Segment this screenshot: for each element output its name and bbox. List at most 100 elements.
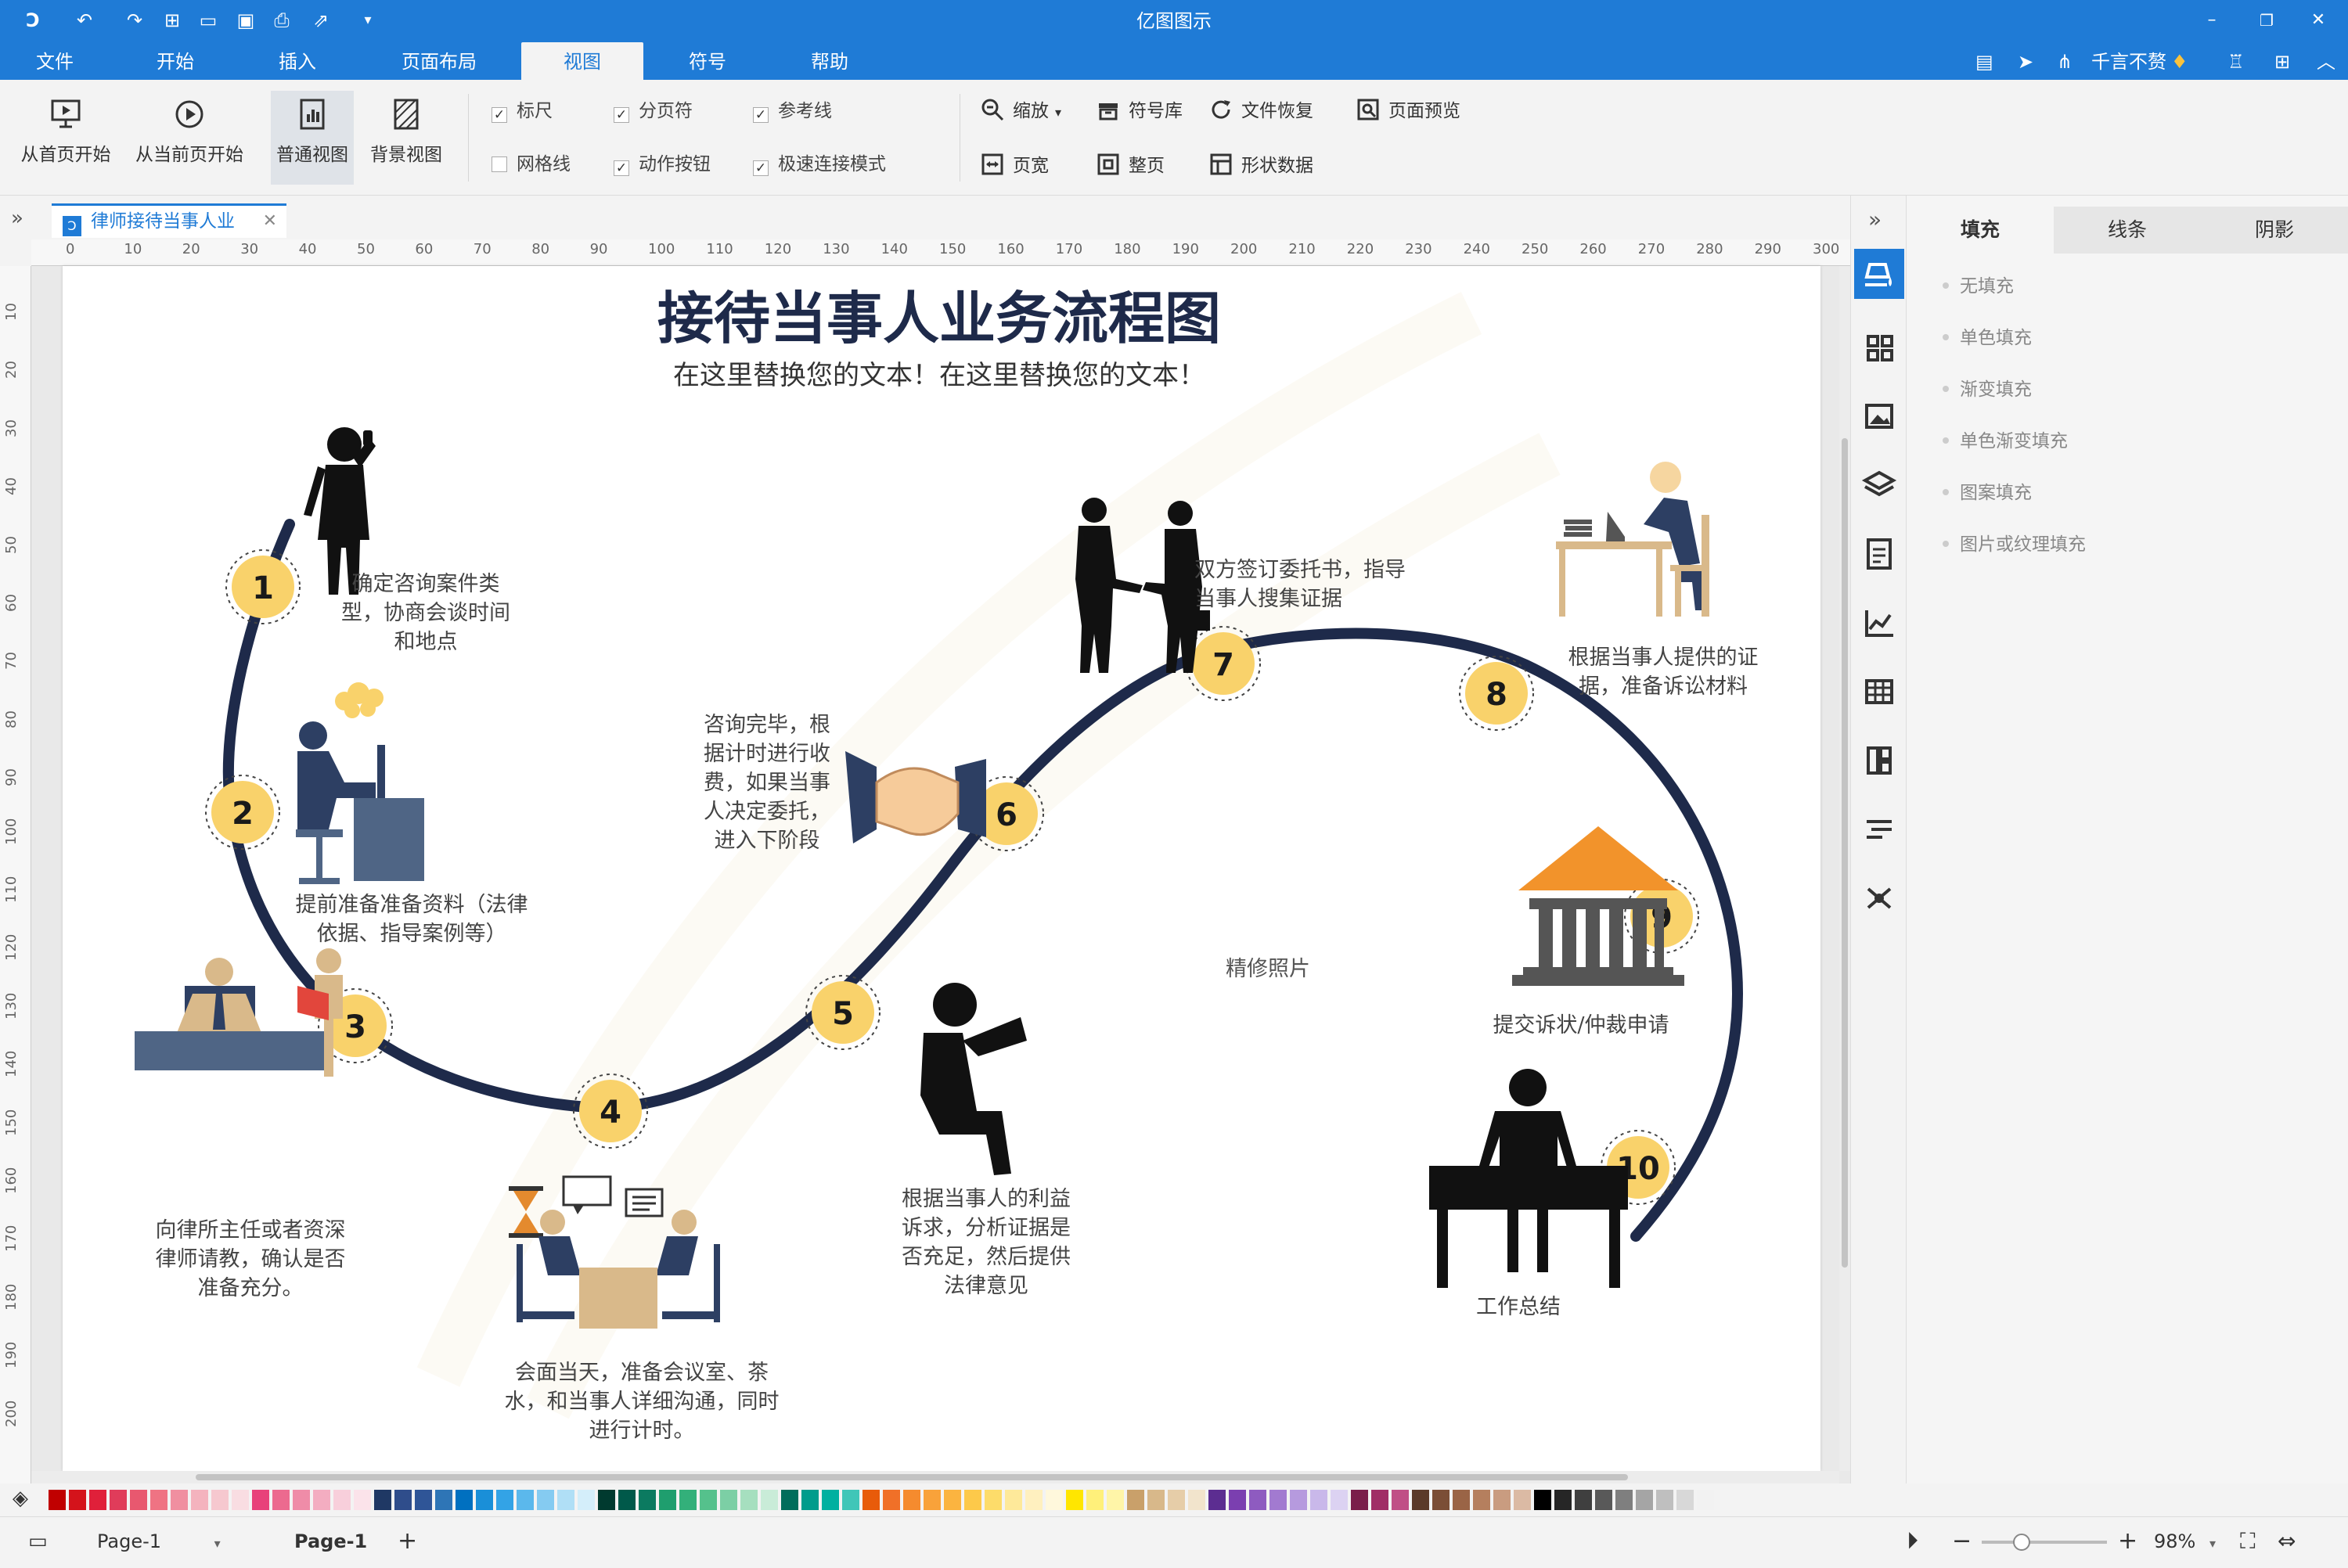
color-swatch[interactable] <box>150 1490 167 1510</box>
grid-checkbox[interactable]: 网格线 <box>492 152 571 177</box>
page-break-checkbox[interactable]: ✓ 分页符 <box>614 99 693 124</box>
tab-line[interactable]: 线条 <box>2054 207 2201 254</box>
color-swatch[interactable] <box>171 1490 188 1510</box>
color-swatch[interactable] <box>944 1490 961 1510</box>
color-swatch[interactable] <box>1005 1490 1022 1510</box>
color-swatch[interactable] <box>1086 1490 1104 1510</box>
expand-library-icon[interactable]: » <box>11 207 23 230</box>
fill-option-mono-gradient[interactable]: 单色渐变填充 <box>1943 427 2068 455</box>
color-swatch[interactable] <box>618 1490 636 1510</box>
color-swatch[interactable] <box>862 1490 880 1510</box>
color-swatch[interactable] <box>1636 1490 1653 1510</box>
color-swatch[interactable] <box>1351 1490 1368 1510</box>
fill-option-none[interactable]: 无填充 <box>1943 272 2014 300</box>
color-swatch[interactable] <box>1025 1490 1043 1510</box>
color-swatch[interactable] <box>252 1490 269 1510</box>
color-swatch[interactable] <box>1229 1490 1246 1510</box>
menu-symbols[interactable]: 符号 <box>668 42 747 80</box>
color-swatch[interactable] <box>211 1490 229 1510</box>
color-swatch[interactable] <box>578 1490 595 1510</box>
color-swatch[interactable] <box>1392 1490 1409 1510</box>
share-icon[interactable]: ⋔ <box>2057 49 2073 75</box>
mind-map-icon[interactable] <box>1854 873 1904 923</box>
color-swatch[interactable] <box>1473 1490 1490 1510</box>
color-swatch[interactable] <box>557 1490 574 1510</box>
page-properties-icon[interactable] <box>1854 529 1904 579</box>
color-swatch[interactable] <box>883 1490 900 1510</box>
color-swatch[interactable] <box>639 1490 656 1510</box>
menu-help[interactable]: 帮助 <box>790 42 869 80</box>
color-swatch[interactable] <box>1107 1490 1124 1510</box>
color-swatch[interactable] <box>1208 1490 1226 1510</box>
zoom-out-button[interactable]: − <box>1952 1517 1972 1566</box>
color-swatch[interactable] <box>1269 1490 1287 1510</box>
color-swatch[interactable] <box>1453 1490 1470 1510</box>
step-9-text[interactable]: 提交诉状/仲裁申请 <box>1424 1011 1738 1040</box>
color-swatch[interactable] <box>1575 1490 1592 1510</box>
color-swatch[interactable] <box>842 1490 859 1510</box>
apps-grid-icon[interactable]: ⊞ <box>2274 49 2290 75</box>
canvas-area[interactable]: 1 2 3 4 5 6 7 8 9 10 <box>31 266 1850 1483</box>
color-swatch[interactable] <box>822 1490 839 1510</box>
timeline-icon[interactable] <box>1854 804 1904 854</box>
user-name[interactable]: 千言不赘 <box>2091 49 2166 75</box>
color-swatch[interactable] <box>232 1490 249 1510</box>
color-swatch[interactable] <box>374 1490 391 1510</box>
vertical-ruler[interactable]: 10 20 30 40 50 60 70 80 90 100 110 120 130 140 150 160 1… <box>0 266 31 1483</box>
color-swatch[interactable] <box>1290 1490 1307 1510</box>
zoom-slider[interactable] <box>1982 1534 2107 1551</box>
color-swatch[interactable] <box>1676 1490 1694 1510</box>
color-swatch[interactable] <box>435 1490 452 1510</box>
step-6-text[interactable]: 咨询完毕，根据计时进行收费，如果当事人决定委托，进入下阶段 <box>697 710 837 855</box>
color-swatch[interactable] <box>781 1490 798 1510</box>
color-swatch[interactable] <box>1595 1490 1612 1510</box>
fill-option-picture[interactable]: 图片或纹理填充 <box>1943 530 2086 559</box>
color-swatch[interactable] <box>537 1490 554 1510</box>
vip-gem-icon[interactable]: ♦ <box>2171 49 2188 75</box>
color-swatch[interactable] <box>659 1490 676 1510</box>
document-tab[interactable]: Ɔ 律师接待当事人业 ✕ <box>52 203 286 238</box>
color-swatch[interactable] <box>1534 1490 1551 1510</box>
layers-icon[interactable] <box>1854 460 1904 510</box>
tab-shadow[interactable]: 阴影 <box>2201 207 2348 254</box>
color-swatch[interactable] <box>456 1490 473 1510</box>
action-button-checkbox[interactable]: ✓ 动作按钮 <box>614 152 711 177</box>
normal-view-button[interactable]: 普通视图 <box>271 91 354 185</box>
fit-width-icon[interactable]: ⇔ <box>2278 1517 2296 1566</box>
color-swatch[interactable] <box>1249 1490 1266 1510</box>
horizontal-scroll-thumb[interactable] <box>196 1474 1628 1480</box>
fast-connect-checkbox[interactable]: ✓ 极速连接模式 <box>753 152 886 177</box>
image-icon[interactable] <box>1854 391 1904 441</box>
symbol-library-button[interactable]: 符号库 <box>1096 97 1183 125</box>
color-swatch[interactable] <box>1168 1490 1185 1510</box>
step-7-text[interactable]: 双方签订委托书，指导当事人搜集证据 <box>1194 556 1406 613</box>
page-tab-active[interactable]: Page-1 <box>294 1517 367 1566</box>
vertical-scrollbar[interactable] <box>1839 266 1850 1471</box>
fill-option-pattern[interactable]: 图案填充 <box>1943 479 2032 507</box>
zoom-slider-handle[interactable] <box>2013 1534 2030 1551</box>
color-swatch[interactable] <box>89 1490 106 1510</box>
step-2-text[interactable]: 提前准备准备资料（法律依据、指导案例等） <box>294 890 529 948</box>
page-panel-toggle-icon[interactable]: ▭ <box>28 1517 48 1566</box>
color-swatch[interactable] <box>517 1490 534 1510</box>
horizontal-ruler[interactable]: 0 10 20 30 40 50 60 70 80 90 100 110 120 130 140 150 160… <box>31 239 1850 266</box>
color-swatch[interactable] <box>496 1490 513 1510</box>
color-swatch[interactable] <box>1046 1490 1063 1510</box>
page-preview-button[interactable]: 页面预览 <box>1356 97 1460 125</box>
symbol-grid-icon[interactable] <box>1854 322 1904 372</box>
color-swatch[interactable] <box>476 1490 493 1510</box>
ruler-checkbox[interactable]: ✓ 标尺 <box>492 99 553 124</box>
play-from-start-button[interactable]: 从首页开始 <box>11 91 121 185</box>
collapse-ribbon-icon[interactable]: ︿ <box>2317 49 2335 75</box>
color-swatch[interactable] <box>1331 1490 1348 1510</box>
org-chart-icon[interactable] <box>1854 735 1904 786</box>
page-width-button[interactable]: 页宽 <box>980 152 1049 180</box>
menu-file[interactable]: 文件 <box>16 42 94 80</box>
fill-bucket-icon[interactable]: ◈ <box>13 1487 28 1510</box>
play-slideshow-icon[interactable]: ⏵ <box>1907 1517 1918 1566</box>
color-swatch[interactable] <box>69 1490 86 1510</box>
background-view-button[interactable]: 背景视图 <box>365 91 448 185</box>
page-selector[interactable]: Page-1 ▾ <box>97 1517 221 1566</box>
menu-insert[interactable]: 插入 <box>258 42 337 80</box>
color-swatch[interactable] <box>1371 1490 1388 1510</box>
